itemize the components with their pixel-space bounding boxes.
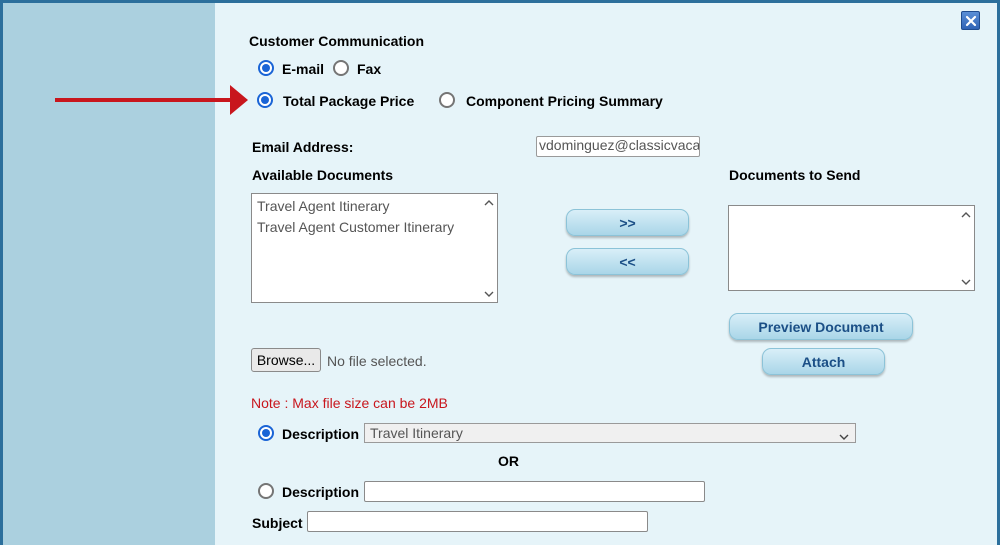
- description-text-radio[interactable]: [258, 483, 274, 499]
- subject-input[interactable]: [307, 511, 648, 532]
- available-documents-label: Available Documents: [252, 167, 394, 183]
- or-label: OR: [498, 453, 519, 469]
- scroll-down-icon[interactable]: [483, 288, 495, 300]
- close-button[interactable]: [961, 11, 980, 30]
- scroll-up-icon[interactable]: [483, 196, 495, 208]
- file-status: No file selected.: [327, 353, 427, 369]
- scroll-up-icon[interactable]: [960, 208, 972, 220]
- fax-radio[interactable]: [333, 60, 349, 76]
- attach-button[interactable]: Attach: [762, 348, 885, 375]
- documents-to-send-label: Documents to Send: [729, 167, 861, 183]
- arrow-head: [230, 85, 248, 115]
- list-item[interactable]: Travel Agent Itinerary: [252, 196, 497, 217]
- description-select[interactable]: Travel Itinerary: [364, 423, 856, 443]
- total-package-price-radio[interactable]: [257, 92, 273, 108]
- email-address-input[interactable]: vdominguez@classicvacatio: [536, 136, 700, 157]
- preview-document-button[interactable]: Preview Document: [729, 313, 913, 340]
- email-address-label: Email Address:: [252, 139, 354, 155]
- move-right-button[interactable]: >>: [566, 209, 689, 236]
- subject-label: Subject: [252, 515, 303, 531]
- browse-button[interactable]: Browse...: [251, 348, 321, 372]
- component-pricing-radio[interactable]: [439, 92, 455, 108]
- available-documents-list[interactable]: Travel Agent Itinerary Travel Agent Cust…: [251, 193, 498, 303]
- description-select-value: Travel Itinerary: [370, 425, 463, 441]
- arrow-shaft: [55, 98, 235, 102]
- chevron-down-icon: [839, 427, 849, 445]
- side-panel: [3, 3, 215, 545]
- list-item[interactable]: Travel Agent Customer Itinerary: [252, 217, 497, 238]
- description-text-label: Description: [282, 484, 360, 500]
- total-package-price-label: Total Package Price: [283, 93, 415, 109]
- section-title: Customer Communication: [249, 33, 425, 49]
- email-radio-label: E-mail: [282, 61, 325, 77]
- fax-radio-label: Fax: [357, 61, 382, 77]
- email-radio[interactable]: [258, 60, 274, 76]
- documents-to-send-list[interactable]: [728, 205, 975, 291]
- close-icon: [965, 15, 976, 26]
- component-pricing-label: Component Pricing Summary: [466, 93, 663, 109]
- description-text-input[interactable]: [364, 481, 705, 502]
- scroll-down-icon[interactable]: [960, 276, 972, 288]
- description-select-radio[interactable]: [258, 425, 274, 441]
- description-label: Description: [282, 426, 360, 442]
- move-left-button[interactable]: <<: [566, 248, 689, 275]
- file-size-note: Note : Max file size can be 2MB: [251, 395, 448, 411]
